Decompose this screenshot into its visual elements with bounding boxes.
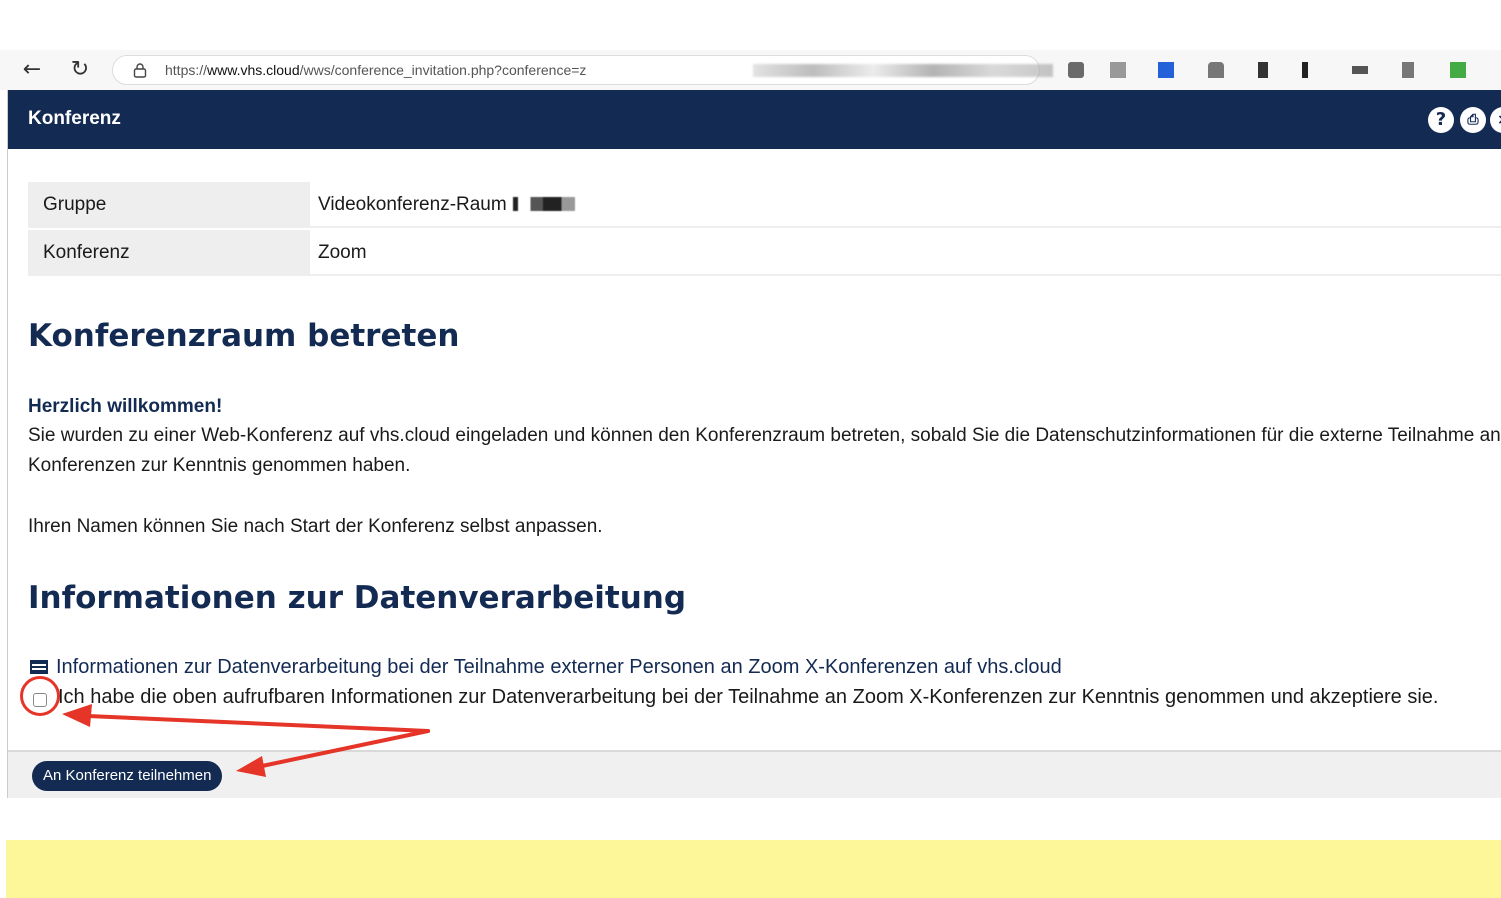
url-text: https://www.vhs.cloud/wws/conference_inv…: [165, 62, 586, 78]
info-label: Konferenz: [28, 230, 310, 276]
extension-icon[interactable]: [1258, 62, 1268, 78]
welcome-heading: Herzlich willkommen!: [28, 396, 223, 417]
redacted-url-segment: [753, 64, 1053, 77]
close-icon[interactable]: ×: [1490, 107, 1501, 133]
data-processing-link-text: Informationen zur Datenverarbeitung bei …: [56, 656, 1062, 678]
page-content: Konferenz ? ⎙ × Gruppe Videokonferenz-Ra…: [7, 90, 1501, 798]
extension-icon[interactable]: [1352, 66, 1368, 74]
join-conference-button[interactable]: An Konferenz teilnehmen: [32, 761, 223, 791]
info-row-group: Gruppe Videokonferenz-Raum: [28, 182, 1501, 230]
url-prefix: https://: [165, 62, 208, 78]
url-domain: www.vhs.cloud: [207, 62, 300, 78]
address-bar[interactable]: https://www.vhs.cloud/wws/conference_inv…: [112, 55, 1053, 85]
name-hint-text: Ihren Namen können Sie nach Start der Ko…: [28, 516, 603, 537]
lock-icon: [133, 63, 147, 78]
extension-icon[interactable]: [1068, 62, 1084, 78]
info-value: Videokonferenz-Raum: [310, 182, 1501, 228]
consent-label: Ich habe die oben aufrufbaren Informatio…: [58, 686, 1439, 708]
url-path: /wws/conference_invitation.php?conferenc…: [299, 62, 587, 78]
highlight-band: [6, 840, 1501, 898]
section-heading-data-processing: Informationen zur Datenverarbeitung: [28, 580, 687, 616]
invitation-text: Sie wurden zu einer Web-Konferenz auf vh…: [28, 425, 1501, 476]
annotation-circle: [20, 676, 60, 716]
form-footer: An Konferenz teilnehmen: [8, 750, 1501, 798]
info-value: Zoom: [310, 230, 1501, 276]
info-label: Gruppe: [28, 182, 310, 228]
help-icon[interactable]: ?: [1428, 107, 1454, 133]
extension-icon[interactable]: [1402, 62, 1414, 78]
page-title: Konferenz: [28, 108, 121, 129]
section-heading-enter: Konferenzraum betreten: [28, 318, 460, 354]
print-icon[interactable]: ⎙: [1460, 107, 1486, 133]
group-name: Videokonferenz-Raum: [318, 194, 507, 215]
extension-icon[interactable]: [1450, 62, 1466, 78]
reload-icon[interactable]: ↻: [68, 58, 92, 82]
conference-info-table: Gruppe Videokonferenz-Raum Konferenz Zoo…: [28, 182, 1501, 278]
back-arrow-icon[interactable]: ←: [20, 58, 44, 82]
extension-icon[interactable]: [1158, 62, 1174, 78]
extension-icon[interactable]: [1302, 62, 1308, 78]
info-row-conference: Konferenz Zoom: [28, 230, 1501, 278]
extension-icon[interactable]: [1208, 62, 1224, 78]
browser-toolbar: ← ↻ https://www.vhs.cloud/wws/conference…: [0, 50, 1501, 90]
document-icon: [30, 660, 48, 674]
page-header: Konferenz ? ⎙ ×: [8, 90, 1501, 149]
extension-icon[interactable]: [1110, 62, 1126, 78]
data-processing-link[interactable]: Informationen zur Datenverarbeitung bei …: [30, 656, 1062, 679]
redacted-name: [512, 197, 575, 211]
